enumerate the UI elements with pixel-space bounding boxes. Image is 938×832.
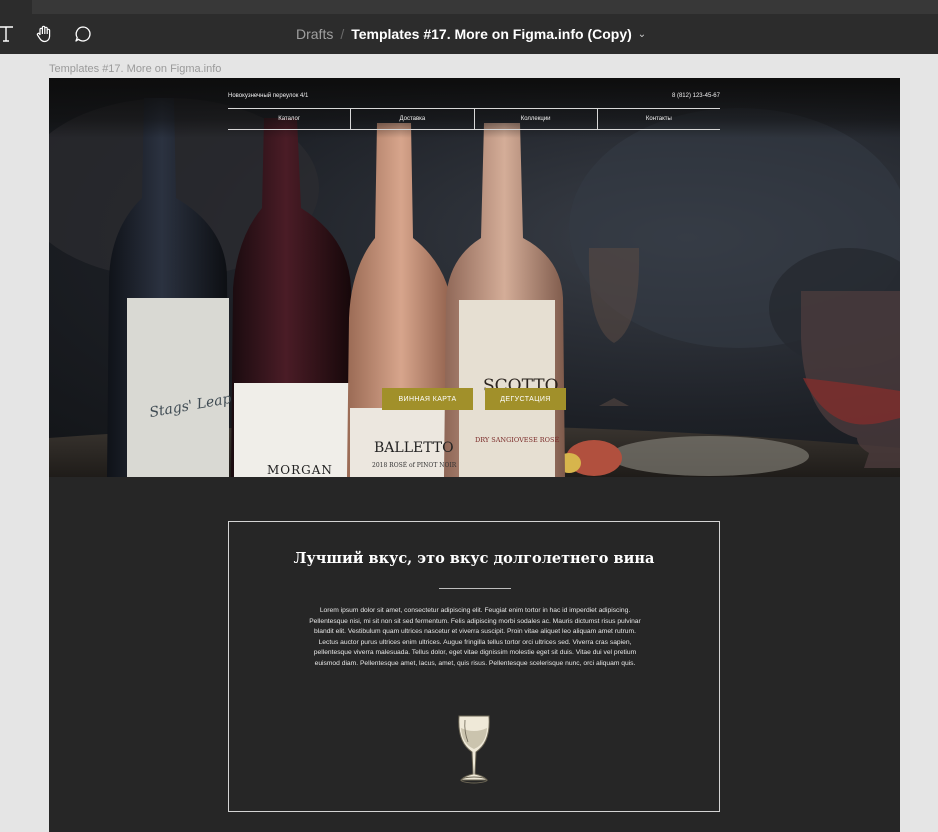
breadcrumb-drafts[interactable]: Drafts [296,26,333,42]
nav-item-delivery[interactable]: Доставка [351,109,475,129]
hand-tool-icon[interactable] [32,22,56,46]
canvas[interactable]: Templates #17. More on Figma.info Stags'… [0,54,938,832]
nav-item-catalog[interactable]: Каталог [228,109,352,129]
frame-label[interactable]: Templates #17. More on Figma.info [49,63,221,75]
site-phone[interactable]: 8 (812) 123-45-67 [672,93,720,99]
figma-toolbar: Drafts / Templates #17. More on Figma.in… [0,14,938,54]
hero-section: Stags' Leap MORGAN BALLETTO 2018 ROSÉ of… [49,78,900,477]
section-divider [439,588,511,589]
section-title: Лучший вкус, это вкус долголетнего вина [293,550,655,567]
site-address: Новокузнечный переулок 4/1 [228,93,309,99]
tasting-button[interactable]: ДЕГУСТАЦИЯ [485,388,566,410]
bottle-label-scotto-sub: DRY SANGIOVESE ROSÉ [475,436,560,444]
site-nav: Каталог Доставка Коллекции Контакты [228,108,720,130]
comment-tool-icon[interactable] [71,22,95,46]
breadcrumb-separator: / [340,26,345,42]
nav-item-collections[interactable]: Коллекции [475,109,598,129]
text-tool-icon[interactable] [0,22,18,46]
top-strip [0,0,938,14]
bottle-label-balletto: BALLETTO [374,440,454,456]
design-frame[interactable]: Stags' Leap MORGAN BALLETTO 2018 ROSÉ of… [49,78,900,832]
file-title: Drafts / Templates #17. More on Figma.in… [296,14,646,54]
top-strip-inner [32,0,938,14]
wine-glass-icon [458,715,490,784]
wine-list-button[interactable]: ВИННАЯ КАРТА [382,388,473,410]
bottle-label-morgan: MORGAN [267,463,333,477]
chevron-down-icon[interactable]: ⌄ [638,29,646,40]
content-section: Лучший вкус, это вкус долголетнего вина … [228,521,720,812]
file-name[interactable]: Templates #17. More on Figma.info (Copy) [351,26,632,42]
section-body: Lorem ipsum dolor sit amet, consectetur … [309,607,641,667]
bottle-label-balletto-sub: 2018 ROSÉ of PINOT NOIR [372,462,457,469]
nav-item-contacts[interactable]: Контакты [598,109,720,129]
